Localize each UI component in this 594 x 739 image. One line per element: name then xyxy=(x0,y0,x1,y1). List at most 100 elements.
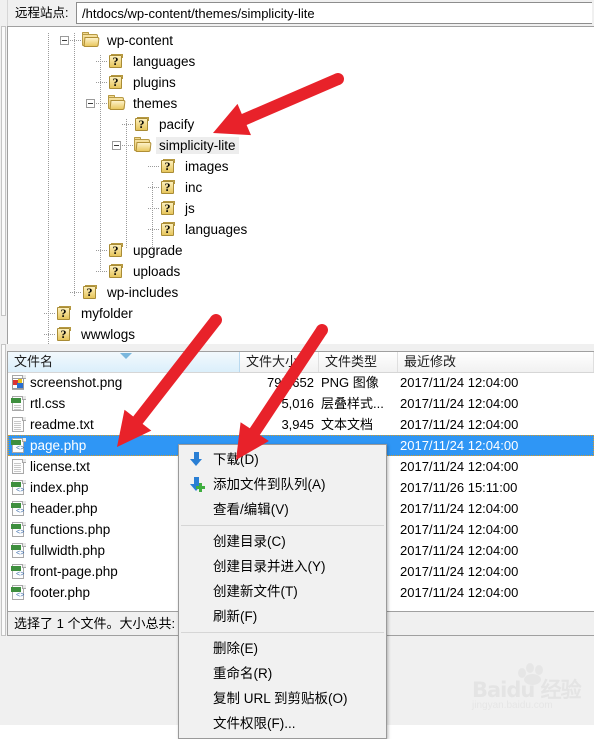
table-row[interactable]: readme.txt 3,945 文本文档 2017/11/24 12:04:00 xyxy=(8,414,594,435)
context-menu-item-1[interactable]: 添加文件到队列(A) xyxy=(179,472,386,497)
context-menu-item-6[interactable]: 刷新(F) xyxy=(179,604,386,629)
remote-directory-tree[interactable]: wp-content? languages? plugins themes? pacif… xyxy=(7,26,594,344)
tree-connector xyxy=(148,166,159,167)
context-menu-item-label: 创建新文件(T) xyxy=(213,584,298,599)
file-name-cell: index.php xyxy=(30,480,89,495)
tree-connector xyxy=(148,187,159,188)
status-bar-text: 选择了 1 个文件。大小总共: 1, xyxy=(14,616,190,631)
tree-node-label: wwwlogs xyxy=(81,327,136,342)
remote-site-bar: 远程站点: /htdocs/wp-content/themes/simplici… xyxy=(0,0,594,26)
folder-unknown-icon: ? xyxy=(108,264,124,279)
column-header-3[interactable]: 最近修改 xyxy=(398,352,594,372)
tree-node-label: languages xyxy=(185,222,248,237)
context-menu-item-label: 刷新(F) xyxy=(213,609,258,624)
file-list-header: 文件名 文件大小 文件类型 最近修改 xyxy=(8,352,594,373)
folder-unknown-icon: ? xyxy=(160,180,176,195)
tree-node-label: inc xyxy=(185,180,203,195)
folder-open-icon xyxy=(134,137,152,152)
file-modified-cell: 2017/11/24 12:04:00 xyxy=(400,564,519,579)
filezilla-window: 远程站点: /htdocs/wp-content/themes/simplici… xyxy=(0,0,594,739)
file-type-cell: 文本文档 xyxy=(321,417,374,432)
file-name-cell: license.txt xyxy=(30,459,91,474)
list-scrollbar[interactable] xyxy=(1,344,6,636)
php-file-icon: <> xyxy=(11,585,27,601)
window-left-edge xyxy=(0,0,8,26)
context-menu-item-5[interactable]: 创建新文件(T) xyxy=(179,579,386,604)
txt-file-icon xyxy=(11,459,27,475)
file-modified-cell: 2017/11/24 12:04:00 xyxy=(400,585,519,600)
context-menu-item-3[interactable]: 创建目录(C) xyxy=(179,529,386,554)
folder-unknown-icon: ? xyxy=(134,117,150,132)
tree-node-label: myfolder xyxy=(81,306,133,321)
folder-open-icon xyxy=(108,95,126,110)
context-menu-item-9[interactable]: 复制 URL 到剪贴板(O) xyxy=(179,686,386,711)
php-file-icon: <> xyxy=(11,438,27,454)
folder-unknown-icon: ? xyxy=(56,306,72,321)
context-menu-item-label: 创建目录并进入(Y) xyxy=(213,559,326,574)
context-menu-item-label: 复制 URL 到剪贴板(O) xyxy=(213,691,348,706)
tree-expander[interactable] xyxy=(112,141,121,150)
remote-path-input[interactable]: /htdocs/wp-content/themes/simplicity-lit… xyxy=(76,2,592,24)
txt-file-icon xyxy=(11,417,27,433)
column-header-1[interactable]: 文件大小 xyxy=(240,352,319,372)
context-menu-item-label: 重命名(R) xyxy=(213,666,273,681)
tree-node-label: plugins xyxy=(133,75,176,90)
folder-unknown-icon: ? xyxy=(108,243,124,258)
tree-node-label: wp-includes xyxy=(107,285,179,300)
context-menu-item-2[interactable]: 查看/编辑(V) xyxy=(179,497,386,522)
context-menu-item-label: 删除(E) xyxy=(213,641,258,656)
tree-node-label: pacify xyxy=(159,117,195,132)
context-menu-item-10[interactable]: 文件权限(F)... xyxy=(179,711,386,736)
file-name-cell: readme.txt xyxy=(30,417,94,432)
context-menu-item-7[interactable]: 删除(E) xyxy=(179,636,386,661)
column-header-label: 文件名 xyxy=(14,354,54,369)
php-file-icon: <> xyxy=(11,564,27,580)
file-context-menu[interactable]: 下载(D) 添加文件到队列(A) 查看/编辑(V) 创建目录(C) 创建目录并进入(Y)… xyxy=(178,444,387,739)
tree-node-label: wp-content xyxy=(107,33,174,48)
folder-unknown-icon: ? xyxy=(160,222,176,237)
tree-node-label: languages xyxy=(133,54,196,69)
column-header-label: 最近修改 xyxy=(404,354,457,369)
png-file-icon xyxy=(11,375,27,391)
tree-node-label: upgrade xyxy=(133,243,183,258)
context-menu-item-4[interactable]: 创建目录并进入(Y) xyxy=(179,554,386,579)
tree-scrollbar[interactable] xyxy=(1,26,6,316)
file-modified-cell: 2017/11/26 15:11:00 xyxy=(400,480,518,495)
horizontal-splitter[interactable] xyxy=(0,344,594,351)
remote-site-label: 远程站点: xyxy=(13,4,75,23)
file-type-cell: PNG 图像 xyxy=(321,375,379,390)
file-name-cell: screenshot.png xyxy=(30,375,123,390)
tree-expander[interactable] xyxy=(86,99,95,108)
file-name-cell: rtl.css xyxy=(30,396,66,411)
php-file-icon: <> xyxy=(11,480,27,496)
tree-guide-line xyxy=(126,119,127,249)
table-row[interactable]: rtl.css 5,016 层叠样式... 2017/11/24 12:04:00 xyxy=(8,393,594,414)
folder-unknown-icon: ? xyxy=(108,75,124,90)
column-header-2[interactable]: 文件类型 xyxy=(319,352,398,372)
baidu-jingyan-watermark: Baidu 经验 jingyan.baidu.com xyxy=(470,662,590,720)
php-file-icon: <> xyxy=(11,501,27,517)
file-name-cell: header.php xyxy=(30,501,98,516)
context-menu-item-label: 添加文件到队列(A) xyxy=(213,477,326,492)
tree-connector xyxy=(96,82,107,83)
php-file-icon: <> xyxy=(11,543,27,559)
folder-unknown-icon: ? xyxy=(108,54,124,69)
context-menu-item-8[interactable]: 重命名(R) xyxy=(179,661,386,686)
tree-node-label: uploads xyxy=(133,264,181,279)
file-modified-cell: 2017/11/24 12:04:00 xyxy=(400,375,519,390)
file-modified-cell: 2017/11/24 12:04:00 xyxy=(400,501,519,516)
file-name-cell: functions.php xyxy=(30,522,111,537)
folder-unknown-icon: ? xyxy=(82,285,98,300)
tree-connector xyxy=(70,40,81,41)
context-menu-separator xyxy=(181,525,384,526)
tree-connector xyxy=(96,271,107,272)
context-menu-item-label: 创建目录(C) xyxy=(213,534,286,549)
tree-connector xyxy=(122,124,133,125)
file-name-cell: page.php xyxy=(30,438,87,453)
context-menu-item-label: 文件权限(F)... xyxy=(213,716,296,731)
table-row[interactable]: screenshot.png 795,652 PNG 图像 2017/11/24 12… xyxy=(8,372,594,393)
file-modified-cell: 2017/11/24 12:04:00 xyxy=(400,396,519,411)
context-menu-item-0[interactable]: 下载(D) xyxy=(179,447,386,472)
tree-expander[interactable] xyxy=(60,36,69,45)
remote-path-value: /htdocs/wp-content/themes/simplicity-lit… xyxy=(82,6,315,21)
